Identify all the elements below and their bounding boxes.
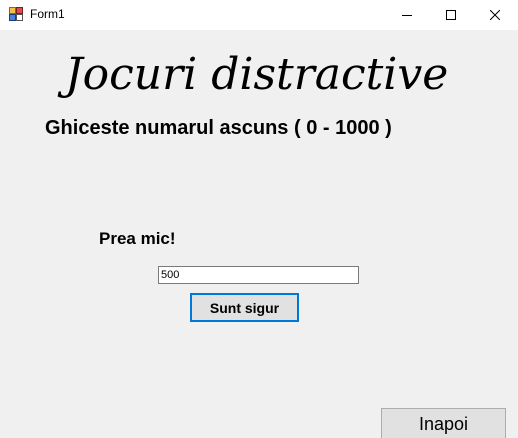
title-bar[interactable]: Form1 xyxy=(0,0,518,30)
close-icon xyxy=(490,10,500,20)
app-heading: Jocuri distractive xyxy=(65,49,449,100)
back-button-label: Inapoi xyxy=(418,413,469,434)
close-button[interactable] xyxy=(472,0,518,30)
minimize-icon xyxy=(402,15,412,16)
submit-guess-label: Sunt sigur xyxy=(209,299,280,316)
window-title: Form1 xyxy=(30,7,65,21)
submit-guess-button[interactable]: Sunt sigur xyxy=(190,293,299,322)
back-button[interactable]: Inapoi xyxy=(381,408,506,438)
winforms-app-icon xyxy=(9,7,23,21)
guess-input[interactable] xyxy=(158,266,359,284)
main-window: Form1 Jocuri distractive Ghiceste numaru… xyxy=(0,0,518,438)
maximize-icon xyxy=(446,10,456,20)
maximize-button[interactable] xyxy=(428,0,474,30)
game-subtitle: Ghiceste numarul ascuns ( 0 - 1000 ) xyxy=(45,117,392,139)
hint-label: Prea mic! xyxy=(99,229,176,248)
minimize-button[interactable] xyxy=(384,0,430,30)
